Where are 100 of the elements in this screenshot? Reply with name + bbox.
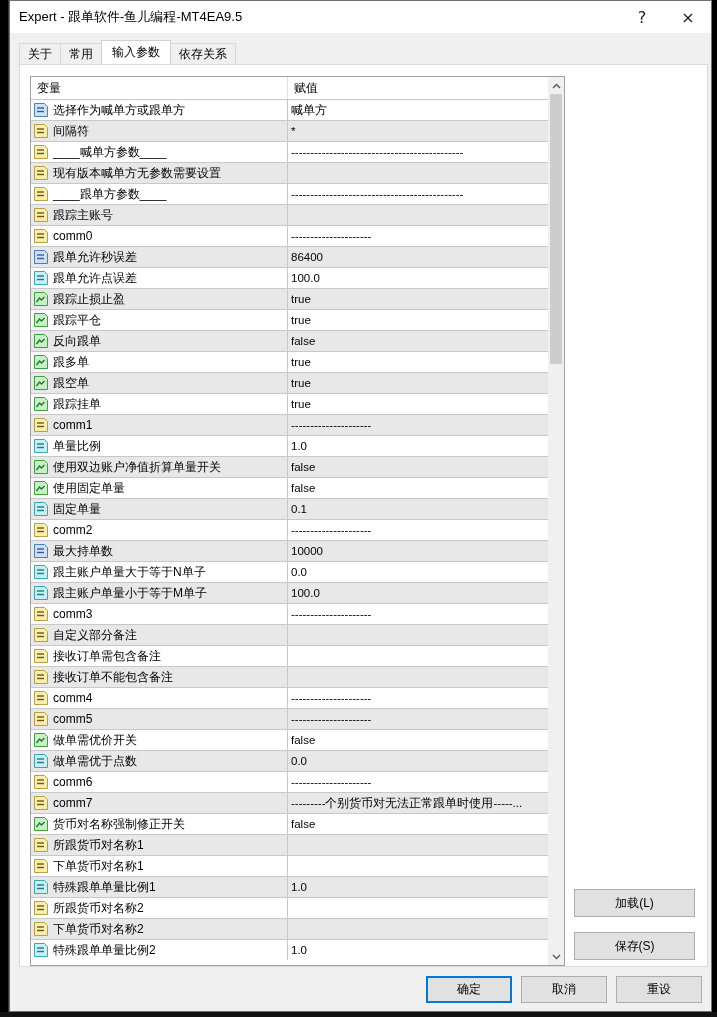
variable-value[interactable]: false [291, 461, 316, 473]
document-icon [33, 711, 49, 727]
document-icon [33, 921, 49, 937]
document-icon [33, 165, 49, 181]
variable-value[interactable]: 10000 [291, 545, 323, 557]
dialog-button[interactable]: 重设 [616, 975, 702, 1003]
variable-value[interactable]: true [291, 377, 311, 389]
variable-name: 跟主账户单量小于等于M单子 [53, 584, 207, 602]
variable-name: 使用固定单量 [53, 479, 125, 497]
variable-value[interactable]: 0.0 [291, 566, 307, 578]
chart-line-icon [33, 732, 49, 748]
variable-value[interactable]: --------------------- [291, 776, 372, 788]
variable-value[interactable]: true [291, 314, 311, 326]
variable-name: comm4 [53, 691, 93, 705]
document-icon [33, 228, 49, 244]
variable-name: 跟单允许点误差 [53, 269, 137, 287]
variable-name: comm5 [53, 712, 93, 726]
chart-line-icon [33, 354, 49, 370]
variable-name: 跟主账户单量大于等于N单子 [53, 563, 206, 581]
variable-name: 跟踪挂单 [53, 395, 101, 413]
chart-line-icon [33, 459, 49, 475]
variable-value[interactable]: --------------------- [291, 692, 372, 704]
document-icon [33, 753, 49, 769]
variable-value[interactable]: --------------------- [291, 230, 372, 242]
variable-name: comm3 [53, 607, 93, 621]
variable-name: 单量比例 [53, 437, 101, 455]
side-button[interactable]: 保存(S) [574, 932, 695, 960]
scroll-up-icon[interactable] [551, 82, 561, 89]
document-icon [33, 417, 49, 433]
document-icon [33, 144, 49, 160]
variable-name: 接收订单需包含备注 [53, 647, 161, 665]
scroll-down-icon[interactable] [551, 953, 561, 960]
variable-value[interactable]: 0.1 [291, 503, 307, 515]
variable-name: comm2 [53, 523, 93, 537]
scrollbar-thumb[interactable] [550, 94, 562, 364]
document-icon [33, 858, 49, 874]
variable-name: 现有版本喊单方无参数需要设置 [53, 164, 221, 182]
chart-line-icon [33, 333, 49, 349]
side-button[interactable]: 加载(L) [574, 889, 695, 917]
variable-value[interactable]: 1.0 [291, 881, 307, 893]
variable-name: 下单货币对名称1 [53, 857, 144, 875]
document-icon [33, 501, 49, 517]
document-icon [33, 522, 49, 538]
variable-name: ____跟单方参数____ [53, 185, 167, 203]
variable-value[interactable]: 1.0 [291, 440, 307, 452]
variable-name: comm0 [53, 229, 93, 243]
column-header[interactable]: 变量 [31, 77, 288, 99]
variable-value[interactable]: 喊单方 [291, 102, 327, 118]
variable-value[interactable]: 1.0 [291, 944, 307, 956]
window-title: Expert - 跟单软件-鱼儿编程-MT4EA9.5 [19, 8, 244, 26]
variable-value[interactable]: true [291, 293, 311, 305]
variable-name: 选择作为喊单方或跟单方 [53, 101, 185, 119]
variable-value[interactable]: --------------------------------------------- [291, 146, 464, 158]
tab[interactable]: 输入参数 [101, 40, 171, 64]
dialog-button[interactable]: 取消 [521, 975, 607, 1003]
tab[interactable]: 依存关系 [170, 43, 236, 64]
variable-name: 跟踪平仓 [53, 311, 101, 329]
variable-name: 跟单允许秒误差 [53, 248, 137, 266]
dialog-button[interactable]: 确定 [426, 975, 512, 1003]
variable-name: 跟踪主账号 [53, 206, 113, 224]
variable-value[interactable]: 0.0 [291, 755, 307, 767]
variable-value[interactable]: --------------------- [291, 524, 372, 536]
variable-value[interactable]: false [291, 482, 316, 494]
document-icon [33, 942, 49, 958]
variable-name: 所跟货币对名称1 [53, 836, 144, 854]
document-icon [33, 690, 49, 706]
variable-value[interactable]: true [291, 356, 311, 368]
variable-value[interactable]: 86400 [291, 251, 323, 263]
variable-name: 跟多单 [53, 353, 89, 371]
chart-line-icon [33, 312, 49, 328]
variable-value[interactable]: ---------个别货币对无法正常跟单时使用-----... [291, 795, 523, 811]
variable-value[interactable]: false [291, 818, 316, 830]
variable-value[interactable]: --------------------- [291, 419, 372, 431]
variable-value[interactable]: 100.0 [291, 587, 320, 599]
variable-value[interactable]: --------------------------------------------- [291, 188, 464, 200]
variable-name: comm1 [53, 418, 93, 432]
close-button[interactable]: × [665, 1, 711, 33]
tab[interactable]: 关于 [19, 43, 61, 64]
variable-value[interactable]: true [291, 398, 311, 410]
help-button[interactable]: ? [619, 1, 665, 33]
column-header[interactable]: 赋值 [288, 77, 548, 99]
variable-value[interactable]: false [291, 335, 316, 347]
chart-line-icon [33, 396, 49, 412]
variable-name: 货币对名称强制修正开关 [53, 815, 185, 833]
variable-name: 接收订单不能包含备注 [53, 668, 173, 686]
scrollbar[interactable] [548, 77, 564, 965]
variable-value[interactable]: --------------------- [291, 713, 372, 725]
variable-value[interactable]: --------------------- [291, 608, 372, 620]
chart-line-icon [33, 480, 49, 496]
variable-name: 反向跟单 [53, 332, 101, 350]
variable-value[interactable]: 100.0 [291, 272, 320, 284]
variable-name: 特殊跟单单量比例2 [53, 941, 156, 959]
variable-value[interactable]: false [291, 734, 316, 746]
variable-name: 固定单量 [53, 500, 101, 518]
variable-name: 使用双边账户净值折算单量开关 [53, 458, 221, 476]
chart-line-icon [33, 375, 49, 391]
document-icon [33, 102, 49, 118]
variable-value[interactable]: * [291, 125, 296, 137]
document-icon [33, 249, 49, 265]
document-icon [33, 774, 49, 790]
